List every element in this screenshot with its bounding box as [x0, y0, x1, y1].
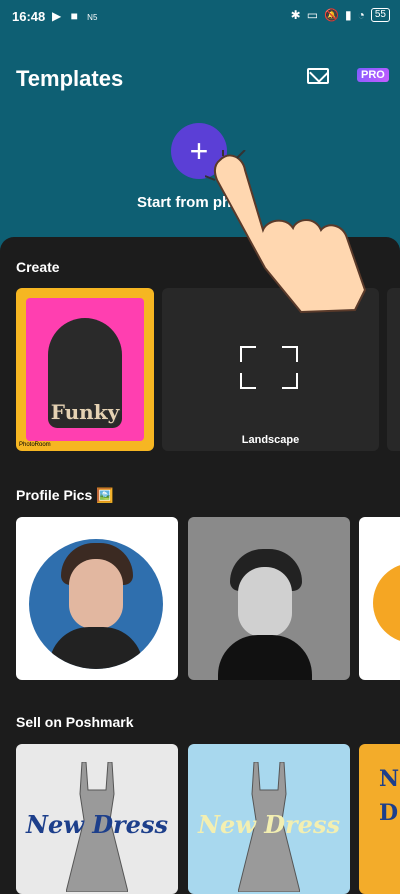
- landscape-label: Landscape: [241, 434, 300, 446]
- section-title-create: Create: [16, 259, 60, 275]
- portrait-face: [69, 559, 123, 629]
- app-badge-icon: ■: [70, 9, 78, 23]
- battery-icon: 55: [370, 8, 390, 22]
- section-title-profile-pics: Profile Pics 🖼️: [16, 487, 114, 503]
- template-card-profile-3[interactable]: [359, 517, 400, 680]
- system-icons: ✱ ▭ 🔕 ▮ ◔ 55: [291, 8, 390, 22]
- dress-title: New Dress: [198, 810, 340, 839]
- app-notification-icon: ▶: [52, 9, 62, 23]
- template-card-dress-1[interactable]: New Dress: [16, 744, 178, 894]
- dress-title: New Dress: [26, 810, 168, 839]
- portrait-body: [218, 635, 312, 680]
- funky-title: Funky: [50, 400, 120, 424]
- wifi-icon: ◔: [357, 8, 365, 22]
- portrait-face: [238, 567, 292, 637]
- bluetooth-icon: ✱: [290, 8, 301, 22]
- page-title: Templates: [16, 66, 124, 91]
- dress-partial-title: Ne D: [379, 766, 400, 826]
- template-card-profile-2[interactable]: [188, 517, 350, 680]
- sun-shape: [373, 563, 400, 643]
- notification-icons: ▶ ■ N5: [52, 9, 103, 23]
- pro-badge[interactable]: PRO: [357, 68, 389, 82]
- status-time: 16:48: [12, 9, 46, 24]
- watermark: PhotoRoom: [19, 442, 51, 448]
- landscape-frame-icon: [240, 346, 298, 389]
- template-card-profile-1[interactable]: [16, 517, 178, 680]
- portrait-body: [49, 627, 143, 669]
- tutorial-hand-icon: [205, 150, 367, 314]
- section-title-poshmark: Sell on Poshmark: [16, 714, 134, 730]
- template-card-funky[interactable]: Funky PhotoRoom: [16, 288, 154, 451]
- n5-badge: N5: [87, 13, 98, 22]
- profile-circle: [29, 539, 163, 669]
- vibrate-icon: ▭: [306, 8, 319, 22]
- mail-icon[interactable]: [307, 68, 329, 84]
- template-card-dress-2[interactable]: New Dress: [188, 744, 350, 894]
- signal-icon: ▮: [345, 8, 352, 22]
- mute-icon: 🔕: [324, 8, 340, 22]
- template-card-dress-3[interactable]: Ne D: [359, 744, 400, 894]
- status-bar: 16:48 ▶ ■ N5 ✱ ▭ 🔕 ▮ ◔ 55: [0, 0, 400, 34]
